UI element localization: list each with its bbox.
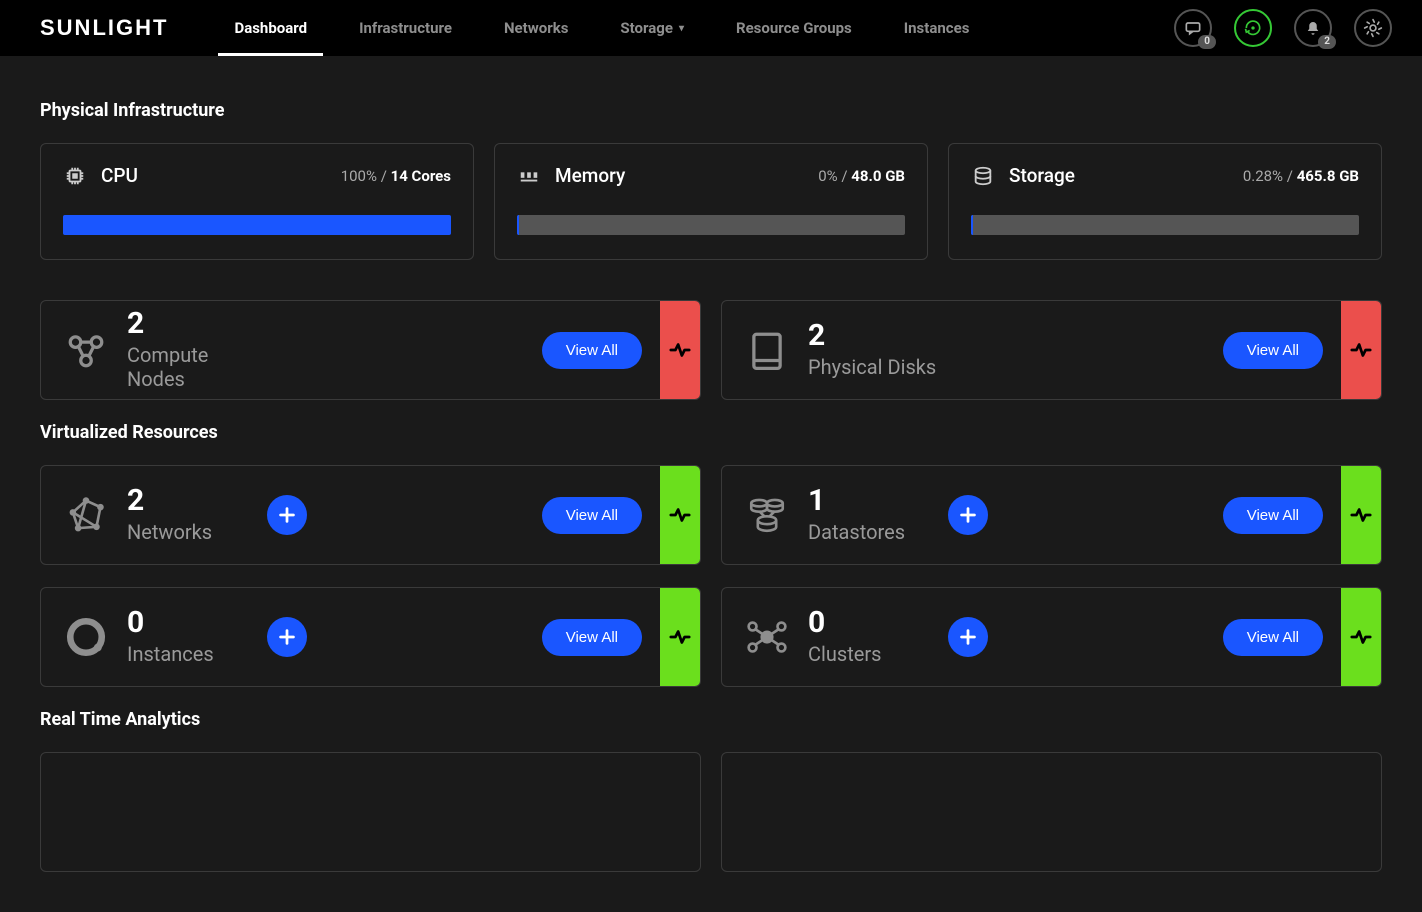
cpu-usage: 100% / 14 Cores xyxy=(341,167,451,185)
networks-card: 2 Networks View All xyxy=(40,465,701,565)
storage-label: Storage xyxy=(1009,164,1075,187)
settings-button[interactable] xyxy=(1354,9,1392,47)
main-nav: DashboardInfrastructureNetworksStorage▾R… xyxy=(208,0,995,56)
brand-logo: SUNLIGHT xyxy=(40,15,168,41)
cpu-label: CPU xyxy=(101,164,138,187)
analytics-row xyxy=(40,752,1382,872)
dashboard-content: Physical Infrastructure CPU 100% / 14 Co… xyxy=(0,56,1422,912)
instances-count: 0 xyxy=(127,608,247,638)
datastore-icon xyxy=(722,494,802,536)
networks-status-indicator xyxy=(660,466,700,564)
section-analytics-title: Real Time Analytics xyxy=(40,709,1382,730)
clusters-add-button[interactable] xyxy=(948,617,988,657)
memory-card: Memory 0% / 48.0 GB xyxy=(494,143,928,260)
physical-counts-row: 2 ComputeNodes View All 2 Physical Disks View… xyxy=(40,300,1382,400)
compute-icon xyxy=(41,329,121,371)
compute-viewall-button[interactable]: View All xyxy=(542,332,642,369)
disks-viewall-button[interactable]: View All xyxy=(1223,332,1323,369)
clusters-label: Clusters xyxy=(808,642,928,666)
compute-status-indicator xyxy=(660,301,700,399)
memory-usage: 0% / 48.0 GB xyxy=(818,167,905,185)
memory-bar xyxy=(517,215,905,235)
networks-count: 2 xyxy=(127,486,247,516)
clusters-card: 0 Clusters View All xyxy=(721,587,1382,687)
memory-label: Memory xyxy=(555,164,625,187)
clusters-count: 0 xyxy=(808,608,928,638)
datastores-card: 1 Datastores View All xyxy=(721,465,1382,565)
datastores-count: 1 xyxy=(808,486,928,516)
clusters-viewall-button[interactable]: View All xyxy=(1223,619,1323,656)
nav-networks[interactable]: Networks xyxy=(478,0,594,56)
instances-viewall-button[interactable]: View All xyxy=(542,619,642,656)
section-virtual-title: Virtualized Resources xyxy=(40,422,1382,443)
virtual-counts-row-1: 2 Networks View All 1 Datastores View All xyxy=(40,465,1382,565)
virtual-counts-row-2: 0 Instances View All 0 Clusters View All xyxy=(40,587,1382,687)
compute-card: 2 ComputeNodes View All xyxy=(40,300,701,400)
storage-bar xyxy=(971,215,1359,235)
storage-card: Storage 0.28% / 465.8 GB xyxy=(948,143,1382,260)
cpu-card: CPU 100% / 14 Cores xyxy=(40,143,474,260)
memory-bar-fill xyxy=(517,215,519,235)
disk-icon xyxy=(722,329,802,371)
storage-icon xyxy=(971,165,995,187)
section-physical-title: Physical Infrastructure xyxy=(40,100,1382,121)
compute-count: 2 xyxy=(127,309,247,339)
analytics-card-left xyxy=(40,752,701,872)
memory-icon xyxy=(517,165,541,187)
notifications-badge: 2 xyxy=(1318,35,1336,49)
nav-storage[interactable]: Storage▾ xyxy=(594,0,710,56)
compute-label: ComputeNodes xyxy=(127,343,247,391)
disks-label: Physical Disks xyxy=(808,355,936,379)
cpu-bar xyxy=(63,215,451,235)
network-icon xyxy=(41,494,121,536)
instances-label: Instances xyxy=(127,642,247,666)
cpu-bar-fill xyxy=(63,215,451,235)
nav-resource-groups[interactable]: Resource Groups xyxy=(710,0,878,56)
nav-dashboard[interactable]: Dashboard xyxy=(208,0,333,56)
datastores-status-indicator xyxy=(1341,466,1381,564)
disks-count: 2 xyxy=(808,321,936,351)
cpu-icon xyxy=(63,165,87,187)
datastores-label: Datastores xyxy=(808,520,928,544)
sync-button[interactable] xyxy=(1234,9,1272,47)
notifications-button[interactable]: 2 xyxy=(1294,9,1332,47)
cluster-icon xyxy=(722,616,802,658)
instances-status-indicator xyxy=(660,588,700,686)
instances-add-button[interactable] xyxy=(267,617,307,657)
clusters-status-indicator xyxy=(1341,588,1381,686)
instances-card: 0 Instances View All xyxy=(40,587,701,687)
messages-badge: 0 xyxy=(1198,35,1216,49)
instance-icon xyxy=(41,616,121,658)
datastores-viewall-button[interactable]: View All xyxy=(1223,497,1323,534)
disks-card: 2 Physical Disks View All xyxy=(721,300,1382,400)
storage-bar-fill xyxy=(971,215,973,235)
networks-label: Networks xyxy=(127,520,247,544)
networks-add-button[interactable] xyxy=(267,495,307,535)
messages-button[interactable]: 0 xyxy=(1174,9,1212,47)
analytics-card-right xyxy=(721,752,1382,872)
chevron-down-icon: ▾ xyxy=(679,23,684,34)
resource-cards-row: CPU 100% / 14 Cores Memory 0% / 48.0 GB … xyxy=(40,143,1382,260)
topbar: SUNLIGHT DashboardInfrastructureNetworks… xyxy=(0,0,1422,56)
datastores-add-button[interactable] xyxy=(948,495,988,535)
nav-instances[interactable]: Instances xyxy=(878,0,996,56)
topbar-actions: 0 2 xyxy=(1174,9,1392,47)
nav-infrastructure[interactable]: Infrastructure xyxy=(333,0,478,56)
networks-viewall-button[interactable]: View All xyxy=(542,497,642,534)
disks-status-indicator xyxy=(1341,301,1381,399)
storage-usage: 0.28% / 465.8 GB xyxy=(1243,167,1359,185)
